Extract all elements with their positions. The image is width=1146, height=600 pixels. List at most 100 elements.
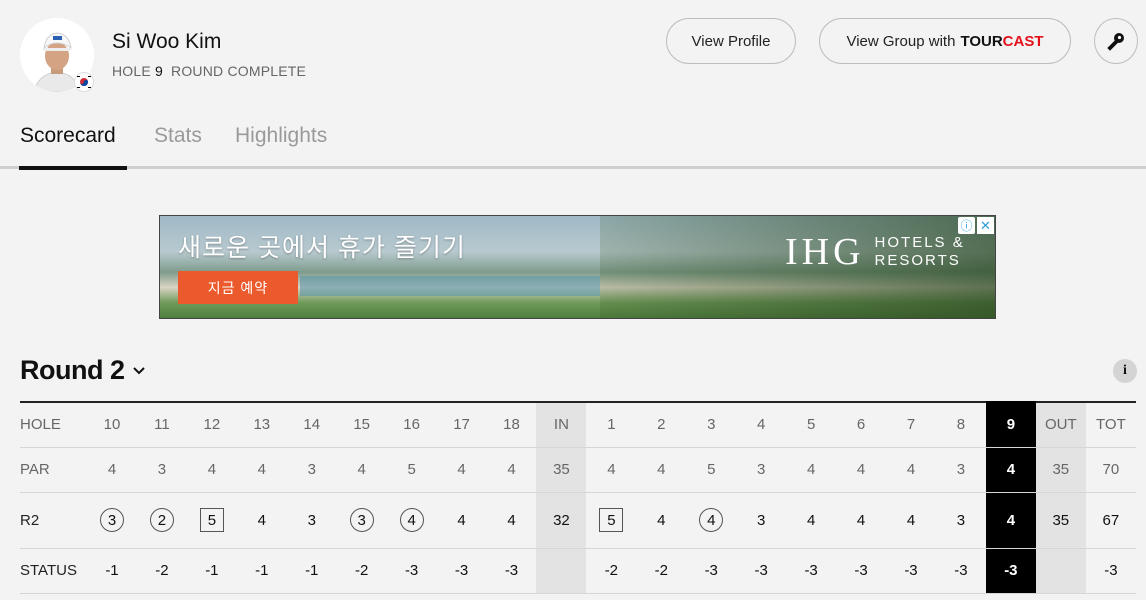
round-selector[interactable]: Round 2 bbox=[20, 355, 146, 386]
microphone-button[interactable] bbox=[1094, 18, 1138, 64]
score-cell: 3 bbox=[935, 492, 986, 549]
status-cell: -2 bbox=[586, 548, 637, 594]
ad-brand-logo: IHG HOTELS & RESORTS bbox=[785, 230, 965, 274]
hole-label: HOLE bbox=[112, 63, 151, 79]
row-label: PAR bbox=[20, 447, 88, 493]
hole-cell: 15 bbox=[336, 401, 387, 448]
bogey-score-marker: 5 bbox=[199, 508, 224, 532]
hole-cell: OUT bbox=[1035, 401, 1086, 448]
ad-close-icon[interactable]: ✕ bbox=[977, 217, 994, 234]
par-cell: 4 bbox=[87, 447, 137, 493]
par-cell: 5 bbox=[686, 447, 737, 493]
ad-book-now-button[interactable]: 지금 예약 bbox=[178, 271, 298, 304]
hole-cell: 1 bbox=[586, 401, 637, 448]
ad-headline: 새로운 곳에서 휴가 즐기기 bbox=[178, 234, 466, 262]
score-cell: 4 bbox=[786, 492, 837, 549]
hole-cell: 8 bbox=[935, 401, 986, 448]
player-header: Si Woo Kim HOLE 9 ROUND COMPLETE View Pro… bbox=[0, 0, 1146, 100]
status-cell: -2 bbox=[336, 548, 387, 594]
hole-cell: 12 bbox=[186, 401, 237, 448]
par-cell: 4 bbox=[586, 447, 637, 493]
par-cell: 4 bbox=[236, 447, 287, 493]
score-cell: 3 bbox=[87, 492, 137, 549]
par-cell: 3 bbox=[136, 447, 187, 493]
chevron-down-icon bbox=[132, 366, 145, 374]
view-group-label: View Group with bbox=[846, 32, 956, 50]
ad-banner[interactable]: 새로운 곳에서 휴가 즐기기 지금 예약 IHG HOTELS & RESORT… bbox=[159, 215, 996, 319]
ad-brand-line1: HOTELS & bbox=[874, 234, 965, 251]
birdie-score-marker: 2 bbox=[149, 508, 174, 532]
score-cell: 4 bbox=[486, 492, 537, 549]
active-tab-indicator bbox=[19, 166, 127, 170]
hole-cell: 4 bbox=[736, 401, 787, 448]
status-cell: -1 bbox=[87, 548, 137, 594]
status-cell: -1 bbox=[186, 548, 237, 594]
status-cell: -3 bbox=[386, 548, 437, 594]
birdie-score-marker: 4 bbox=[399, 508, 424, 532]
par-cell: 35 bbox=[1035, 447, 1086, 493]
score-cell: 4 bbox=[236, 492, 287, 549]
score-cell: 5 bbox=[186, 492, 237, 549]
status-cell: -2 bbox=[136, 548, 187, 594]
hole-cell: 6 bbox=[836, 401, 887, 448]
par-row: PAR 4 3 4 4 3 4 5 4 4 35 4 4 5 3 4 4 4 3 4 35 70 bbox=[20, 447, 1136, 493]
par-cell: 70 bbox=[1085, 447, 1136, 493]
tab-scorecard[interactable]: Scorecard bbox=[20, 124, 116, 148]
player-status-line: HOLE 9 ROUND COMPLETE bbox=[112, 63, 306, 79]
view-profile-button[interactable]: View Profile bbox=[666, 18, 796, 64]
current-hole-number: 9 bbox=[154, 63, 163, 79]
score-cell: 67 bbox=[1085, 492, 1136, 549]
birdie-score-marker: 3 bbox=[349, 508, 374, 532]
score-cell: 5 bbox=[586, 492, 637, 549]
row-label: HOLE bbox=[20, 401, 88, 448]
status-cell: -3 bbox=[985, 548, 1036, 594]
status-cell: -1 bbox=[286, 548, 337, 594]
par-cell: 4 bbox=[436, 447, 487, 493]
scorecard-table: HOLE 10 11 12 13 14 15 16 17 18 IN 1 2 3 4 5 6 7 8 9 OUT TOT P… bbox=[20, 401, 1136, 594]
birdie-score-marker: 4 bbox=[699, 508, 724, 532]
hole-cell: 14 bbox=[286, 401, 337, 448]
status-cell: -3 bbox=[935, 548, 986, 594]
hole-cell: 17 bbox=[436, 401, 487, 448]
microphone-icon bbox=[1107, 33, 1124, 51]
round-status: ROUND COMPLETE bbox=[171, 63, 307, 79]
status-row: STATUS -1 -2 -1 -1 -1 -2 -3 -3 -3 -2 -2 -3 -3 -3 -3 -3 -3… bbox=[20, 548, 1136, 594]
score-cell: 2 bbox=[136, 492, 187, 549]
player-tabs: Scorecard Stats Highlights bbox=[0, 118, 1146, 172]
row-label: STATUS bbox=[20, 548, 88, 594]
score-cell: 35 bbox=[1035, 492, 1086, 549]
status-cell: -3 bbox=[886, 548, 936, 594]
hole-cell: 18 bbox=[486, 401, 537, 448]
par-cell: 5 bbox=[386, 447, 437, 493]
par-cell: 4 bbox=[836, 447, 887, 493]
par-cell: 4 bbox=[985, 447, 1036, 493]
hole-cell: 13 bbox=[236, 401, 287, 448]
view-group-tourcast-button[interactable]: View Group with TOUR CAST bbox=[819, 18, 1071, 64]
score-cell: 4 bbox=[636, 492, 687, 549]
score-row: R2 3 2 5 4 3 3 4 4 4 32 5 4 4 3 4 4 4 3 4 35 67 bbox=[20, 492, 1136, 549]
tab-stats[interactable]: Stats bbox=[154, 124, 202, 148]
status-cell: -3 bbox=[436, 548, 487, 594]
par-cell: 4 bbox=[186, 447, 237, 493]
status-cell: -3 bbox=[486, 548, 537, 594]
par-cell: 3 bbox=[286, 447, 337, 493]
hole-cell: 11 bbox=[136, 401, 187, 448]
tab-highlights[interactable]: Highlights bbox=[235, 124, 327, 148]
status-cell: -1 bbox=[236, 548, 287, 594]
row-label: R2 bbox=[20, 492, 88, 549]
par-cell: 4 bbox=[786, 447, 837, 493]
bogey-score-marker: 5 bbox=[599, 508, 624, 532]
hole-cell: 2 bbox=[636, 401, 687, 448]
status-cell: -2 bbox=[636, 548, 687, 594]
hole-cell: 16 bbox=[386, 401, 437, 448]
hole-cell: 7 bbox=[886, 401, 936, 448]
player-name: Si Woo Kim bbox=[112, 30, 222, 53]
ad-brand-name: IHG bbox=[785, 231, 865, 273]
ad-info-icon[interactable]: ⓘ bbox=[958, 217, 975, 234]
tourcast-logo-part2: CAST bbox=[1002, 32, 1044, 50]
score-cell: 4 bbox=[436, 492, 487, 549]
ad-brand-tagline: HOTELS & RESORTS bbox=[875, 234, 965, 270]
score-cell: 4 bbox=[686, 492, 737, 549]
scorecard-info-button[interactable]: i bbox=[1113, 359, 1137, 383]
tabs-divider bbox=[0, 166, 1146, 169]
